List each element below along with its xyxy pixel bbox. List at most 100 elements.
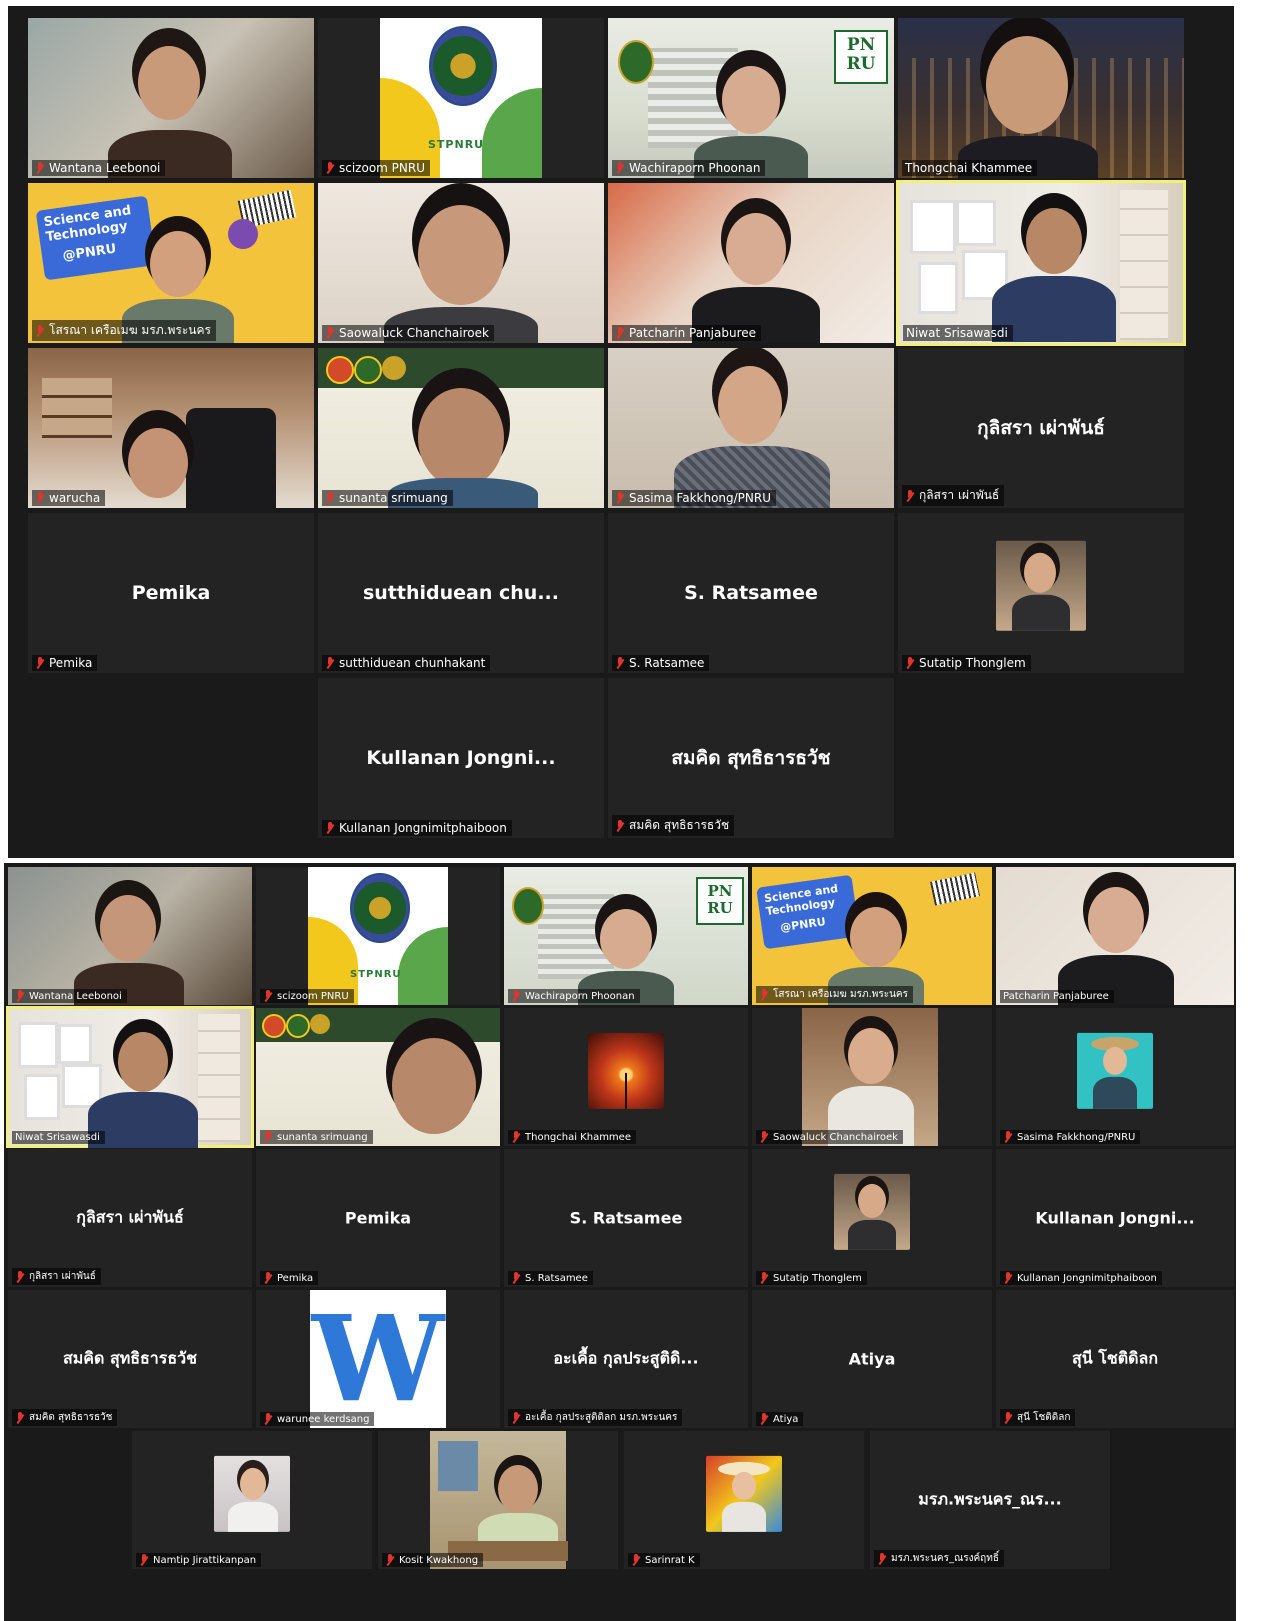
participant-name-label: Wantana Leebonoi bbox=[12, 989, 127, 1003]
video-tile-camera-off[interactable]: Pemika Pemika bbox=[28, 513, 314, 673]
muted-mic-icon bbox=[325, 822, 335, 834]
video-tile-camera-off[interactable]: S. Ratsamee S. Ratsamee bbox=[608, 513, 894, 673]
participant-name-label: S. Ratsamee bbox=[612, 655, 710, 671]
muted-mic-icon bbox=[325, 492, 335, 504]
participant-name-label: สุนี โชติดิลก bbox=[1000, 1409, 1076, 1426]
university-seal-logo bbox=[429, 26, 497, 106]
muted-mic-icon bbox=[325, 162, 335, 174]
video-tile-camera-off[interactable]: กุลิสรา เผ่าพันธ์ กุลิสรา เผ่าพันธ์ bbox=[898, 348, 1184, 508]
participant-display-name: Pemika bbox=[131, 582, 211, 604]
muted-mic-icon bbox=[615, 492, 625, 504]
muted-mic-icon bbox=[615, 162, 625, 174]
video-tile-camera-off[interactable]: กุลิสรา เผ่าพันธ์ กุลิสรา เผ่าพันธ์ bbox=[8, 1149, 252, 1287]
participant-display-name: สมคิด สุทธิธารธวัช bbox=[62, 1348, 197, 1368]
participant-display-name: กุลิสรา เผ่าพันธ์ bbox=[977, 417, 1105, 439]
video-tile[interactable]: Wantana Leebonoi bbox=[8, 867, 252, 1005]
pnru-logo: PN RU bbox=[696, 877, 744, 925]
video-tile-camera-off[interactable]: sutthiduean chu... sutthiduean chunhakan… bbox=[318, 513, 604, 673]
muted-mic-icon bbox=[511, 1411, 521, 1424]
pnru-logo: PN RU bbox=[834, 30, 888, 84]
muted-mic-icon bbox=[511, 990, 521, 1002]
participant-name-label: Wantana Leebonoi bbox=[32, 160, 166, 176]
participant-name-label: sutthiduean chunhakant bbox=[322, 655, 491, 671]
video-tile-camera-off[interactable]: Atiya Atiya bbox=[752, 1290, 992, 1428]
university-seal-logo bbox=[350, 873, 410, 943]
video-tile-camera-off[interactable]: Kullanan Jongni... Kullanan Jongnimitpha… bbox=[318, 678, 604, 838]
participant-name-label: Kosit Kwakhong bbox=[382, 1553, 484, 1567]
video-tile[interactable]: Patcharin Panjaburee bbox=[608, 183, 894, 343]
video-tile[interactable]: Patcharin Panjaburee bbox=[996, 867, 1234, 1005]
participant-display-name: S. Ratsamee bbox=[684, 582, 818, 604]
participant-name-label: Niwat Srisawasdi bbox=[903, 325, 1013, 341]
participant-display-name: sutthiduean chu... bbox=[363, 582, 559, 604]
video-tile[interactable]: warucha bbox=[28, 348, 314, 508]
participant-name-label: Kullanan Jongnimitphaiboon bbox=[322, 820, 512, 836]
participant-display-name: กุลิสรา เผ่าพันธ์ bbox=[76, 1207, 184, 1227]
muted-mic-icon bbox=[759, 1272, 769, 1284]
participant-display-name: อะเคื้อ กุลประสูติดิ... bbox=[553, 1348, 699, 1368]
video-tile-camera-off[interactable]: Thongchai Khammee bbox=[504, 1008, 748, 1146]
participant-display-name: S. Ratsamee bbox=[569, 1208, 683, 1228]
participant-name-label: Kullanan Jongnimitphaiboon bbox=[1000, 1271, 1162, 1285]
muted-mic-icon bbox=[905, 657, 915, 669]
participant-display-name: สุนี โชติดิลก bbox=[1072, 1348, 1158, 1368]
video-tile[interactable]: sunanta srimuang bbox=[256, 1008, 500, 1146]
video-tile[interactable]: STPNRU scizoom PNRU bbox=[256, 867, 500, 1005]
video-tile[interactable]: Science and Technology @PNRU โสรณา เครือ… bbox=[28, 183, 314, 343]
video-tile-camera-off[interactable]: สมคิด สุทธิธารธวัช สมคิด สุทธิธารธวัช bbox=[608, 678, 894, 838]
participant-name-label: Thongchai Khammee bbox=[902, 160, 1038, 176]
muted-mic-icon bbox=[325, 657, 335, 669]
participant-display-name: สมคิด สุทธิธารธวัช bbox=[671, 747, 831, 769]
video-tile-camera-off[interactable]: Sarinrat K bbox=[624, 1431, 864, 1569]
muted-mic-icon bbox=[759, 1131, 769, 1143]
muted-mic-icon bbox=[263, 990, 273, 1002]
video-tile-camera-off[interactable]: Pemika Pemika bbox=[256, 1149, 500, 1287]
video-tile[interactable]: Kosit Kwakhong bbox=[378, 1431, 618, 1569]
video-tile[interactable]: Saowaluck Chanchairoek bbox=[752, 1008, 992, 1146]
profile-picture-avatar bbox=[1077, 1032, 1153, 1109]
video-tile[interactable]: Wantana Leebonoi bbox=[28, 18, 314, 178]
participant-name-label: สมคิด สุทธิธารธวัช bbox=[612, 815, 735, 836]
muted-mic-icon bbox=[1003, 1411, 1013, 1424]
video-tile[interactable]: PN RU Wachiraporn Phoonan bbox=[608, 18, 894, 178]
video-tile-camera-off[interactable]: Sasima Fakkhong/PNRU bbox=[996, 1008, 1234, 1146]
muted-mic-icon bbox=[15, 1411, 25, 1424]
muted-mic-icon bbox=[511, 1272, 521, 1284]
video-tile[interactable]: sunanta srimuang bbox=[318, 348, 604, 508]
muted-mic-icon bbox=[615, 327, 625, 339]
participant-name-label: Sasima Fakkhong/PNRU bbox=[1000, 1130, 1141, 1144]
video-tile-camera-off[interactable]: S. Ratsamee S. Ratsamee bbox=[504, 1149, 748, 1287]
stpnru-logo-text: STPNRU bbox=[350, 969, 402, 980]
participant-name-label: Atiya bbox=[756, 1412, 804, 1426]
muted-mic-icon bbox=[511, 1131, 521, 1143]
video-tile-camera-off[interactable]: Sutatip Thonglem bbox=[898, 513, 1184, 673]
video-tile[interactable]: STPNRU scizoom PNRU bbox=[318, 18, 604, 178]
video-tile-camera-off[interactable]: อะเคื้อ กุลประสูติดิ... อะเคื้อ กุลประสู… bbox=[504, 1290, 748, 1428]
video-tile-active-speaker[interactable]: Niwat Srisawasdi bbox=[896, 180, 1186, 346]
muted-mic-icon bbox=[139, 1554, 149, 1566]
participant-display-name: มรภ.พระนคร_ณร... bbox=[918, 1489, 1062, 1509]
muted-mic-icon bbox=[35, 162, 45, 174]
participant-name-label: Sasima Fakkhong/PNRU bbox=[612, 490, 777, 506]
video-tile-camera-off[interactable]: Sutatip Thonglem bbox=[752, 1149, 992, 1287]
participant-name-label: กุลิสรา เผ่าพันธ์ bbox=[12, 1268, 101, 1285]
participant-name-label: โสรณา เครือเมฆ มรภ.พระนคร bbox=[756, 986, 913, 1003]
participant-name-label: Patcharin Panjaburee bbox=[612, 325, 762, 341]
muted-mic-icon bbox=[15, 1270, 25, 1283]
muted-mic-icon bbox=[759, 988, 769, 1001]
video-tile-camera-off[interactable]: W warunee kerdsang bbox=[256, 1290, 500, 1428]
participant-name-label: โสรณา เครือเมฆ มรภ.พระนคร bbox=[32, 320, 216, 341]
video-tile[interactable]: PN RU Wachiraporn Phoonan bbox=[504, 867, 748, 1005]
video-tile-camera-off[interactable]: Kullanan Jongni... Kullanan Jongnimitpha… bbox=[996, 1149, 1234, 1287]
video-tile-camera-off[interactable]: สุนี โชติดิลก สุนี โชติดิลก bbox=[996, 1290, 1234, 1428]
participant-display-name: Pemika bbox=[344, 1208, 412, 1228]
video-tile[interactable]: Science and Technology @PNRU โสรณา เครือ… bbox=[752, 867, 992, 1005]
video-tile[interactable]: Sasima Fakkhong/PNRU bbox=[608, 348, 894, 508]
video-tile-camera-off[interactable]: มรภ.พระนคร_ณร... มรภ.พระนคร_ณรงค์ฤทธิ์ bbox=[870, 1431, 1110, 1569]
video-tile[interactable]: Saowaluck Chanchairoek bbox=[318, 183, 604, 343]
video-tile-camera-off[interactable]: Namtip Jirattikanpan bbox=[132, 1431, 372, 1569]
video-tile-camera-off[interactable]: สมคิด สุทธิธารธวัช สมคิด สุทธิธารธวัช bbox=[8, 1290, 252, 1428]
video-tile[interactable]: Thongchai Khammee bbox=[898, 18, 1184, 178]
muted-mic-icon bbox=[15, 990, 25, 1002]
video-tile-active-speaker[interactable]: Niwat Srisawasdi bbox=[6, 1006, 254, 1148]
